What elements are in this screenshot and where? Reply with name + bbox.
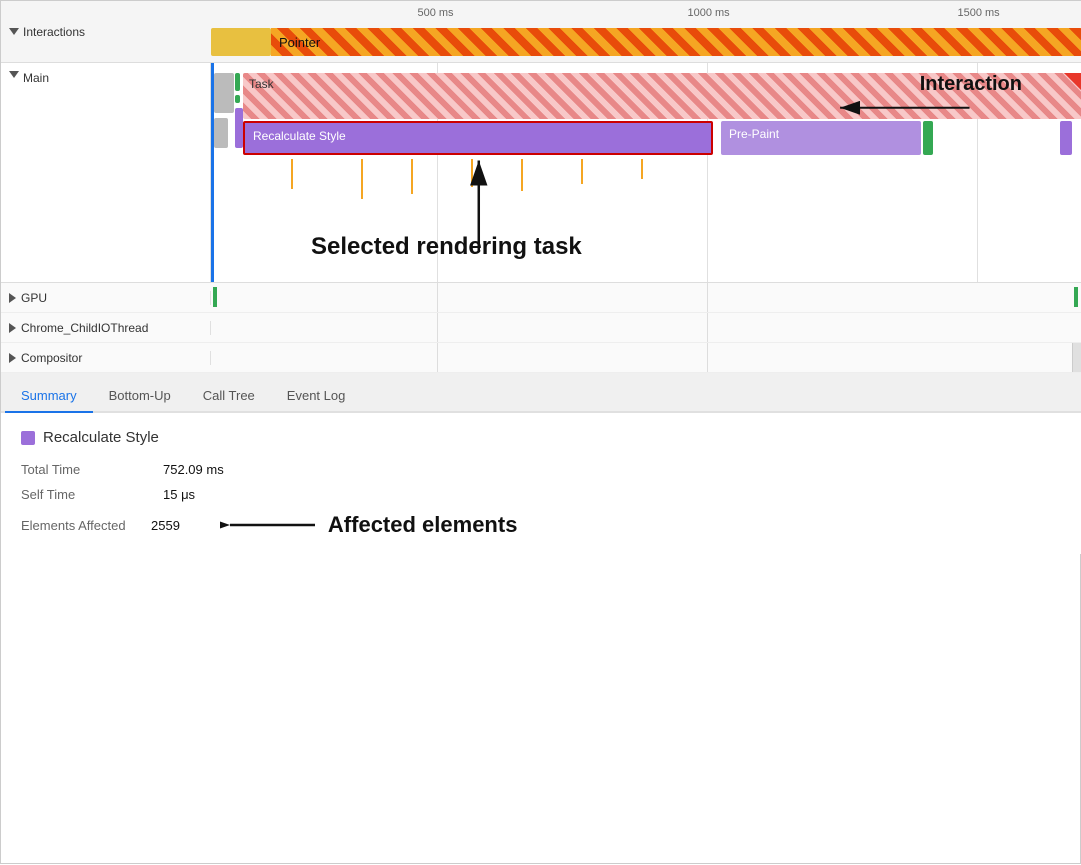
self-time-row: Self Time 15 μs	[21, 487, 1062, 502]
summary-title-row: Recalculate Style	[21, 429, 1062, 446]
task-label: Task	[249, 77, 274, 91]
gpu-content	[211, 283, 1081, 312]
total-time-row: Total Time 752.09 ms	[21, 462, 1062, 477]
gpu-label-text: GPU	[21, 291, 47, 305]
ruler-1500ms: 1500 ms	[957, 7, 999, 19]
tab-call-tree[interactable]: Call Tree	[187, 380, 271, 413]
tick-4	[471, 159, 473, 187]
main-content-area: Task Recalculate Style Pre-Paint	[211, 63, 1081, 282]
main-row: Main Task Recalcu	[1, 63, 1081, 283]
chrome-child-expand-icon[interactable]	[9, 323, 16, 333]
recalculate-style-bar[interactable]: Recalculate Style	[243, 121, 713, 155]
compositor-expand-icon[interactable]	[9, 353, 16, 363]
tab-event-log[interactable]: Event Log	[271, 380, 362, 413]
self-time-value: 15 μs	[163, 487, 195, 502]
interactions-collapse-icon[interactable]	[9, 28, 19, 35]
long-task-bar: Task	[243, 73, 1081, 119]
tabs-bar: Summary Bottom-Up Call Tree Event Log	[1, 373, 1081, 413]
pointer-interaction-bar: Pointer	[271, 28, 1081, 56]
tick-2	[361, 159, 363, 199]
tick-7	[641, 159, 643, 179]
tick-5	[521, 159, 523, 191]
tick-6	[581, 159, 583, 184]
gpu-green-2	[1074, 287, 1078, 307]
app-wrapper: Interactions 500 ms 1000 ms 1500 ms Poin…	[1, 1, 1081, 865]
tab-summary[interactable]: Summary	[5, 380, 93, 413]
recalculate-label: Recalculate Style	[253, 129, 346, 143]
chrome-child-content	[211, 313, 1081, 342]
ruler-1000ms: 1000 ms	[687, 7, 729, 19]
gpu-green-1	[213, 287, 217, 307]
elements-affected-value: 2559	[151, 518, 180, 533]
green-bar-1	[235, 73, 240, 91]
interactions-label: Interactions	[1, 25, 211, 39]
ruler-500ms: 500 ms	[417, 7, 453, 19]
gpu-expand-icon[interactable]	[9, 293, 16, 303]
cc-vline-1	[437, 313, 438, 342]
purple-bar-far-right	[1060, 121, 1072, 155]
gpu-vline-1	[437, 283, 438, 312]
total-time-value: 752.09 ms	[163, 462, 224, 477]
tick-3	[411, 159, 413, 194]
chrome-child-label: Chrome_ChildIOThread	[1, 321, 211, 335]
small-gray-bar-2	[214, 118, 228, 148]
chrome-child-row: Chrome_ChildIOThread	[1, 313, 1081, 343]
green-bar-2	[235, 95, 240, 103]
interactions-row: Interactions 500 ms 1000 ms 1500 ms Poin…	[1, 1, 1081, 63]
compositor-label-text: Compositor	[21, 351, 82, 365]
prepaint-bar: Pre-Paint	[721, 121, 921, 155]
compositor-label: Compositor	[1, 351, 211, 365]
compositor-content	[211, 343, 1081, 372]
chrome-child-label-text: Chrome_ChildIOThread	[21, 321, 148, 335]
comp-vline-1	[437, 343, 438, 372]
scrollbar[interactable]	[1072, 343, 1081, 372]
green-bar-right	[923, 121, 933, 155]
pointer-label: Pointer	[279, 35, 320, 50]
affected-elements-annotation: Affected elements	[328, 512, 518, 538]
main-collapse-icon[interactable]	[9, 71, 19, 78]
red-corner	[1064, 73, 1081, 91]
gpu-label: GPU	[1, 291, 211, 305]
small-gray-bar-1	[214, 73, 234, 113]
elements-affected-row: Elements Affected 2559 Affected elements	[21, 512, 1062, 538]
prepaint-label: Pre-Paint	[729, 127, 779, 141]
self-time-key: Self Time	[21, 487, 151, 502]
compositor-row: Compositor	[1, 343, 1081, 373]
purple-bar-left	[235, 108, 243, 148]
cc-vline-2	[707, 313, 708, 342]
tick-1	[291, 159, 293, 189]
comp-vline-2	[707, 343, 708, 372]
main-label-text: Main	[23, 71, 49, 85]
summary-title-text: Recalculate Style	[43, 429, 159, 446]
selected-rendering-annotation: Selected rendering task	[311, 233, 582, 261]
gpu-row: GPU	[1, 283, 1081, 313]
summary-panel: Recalculate Style Total Time 752.09 ms S…	[1, 413, 1081, 554]
gpu-vline-2	[707, 283, 708, 312]
elements-affected-key: Elements Affected	[21, 518, 151, 533]
affected-arrow-svg	[220, 515, 320, 535]
purple-square-icon	[21, 431, 35, 445]
interactions-label-text: Interactions	[23, 25, 85, 39]
total-time-key: Total Time	[21, 462, 151, 477]
tab-bottom-up[interactable]: Bottom-Up	[93, 380, 187, 413]
pointer-yellow-bar	[211, 28, 271, 56]
main-label: Main	[1, 63, 211, 282]
